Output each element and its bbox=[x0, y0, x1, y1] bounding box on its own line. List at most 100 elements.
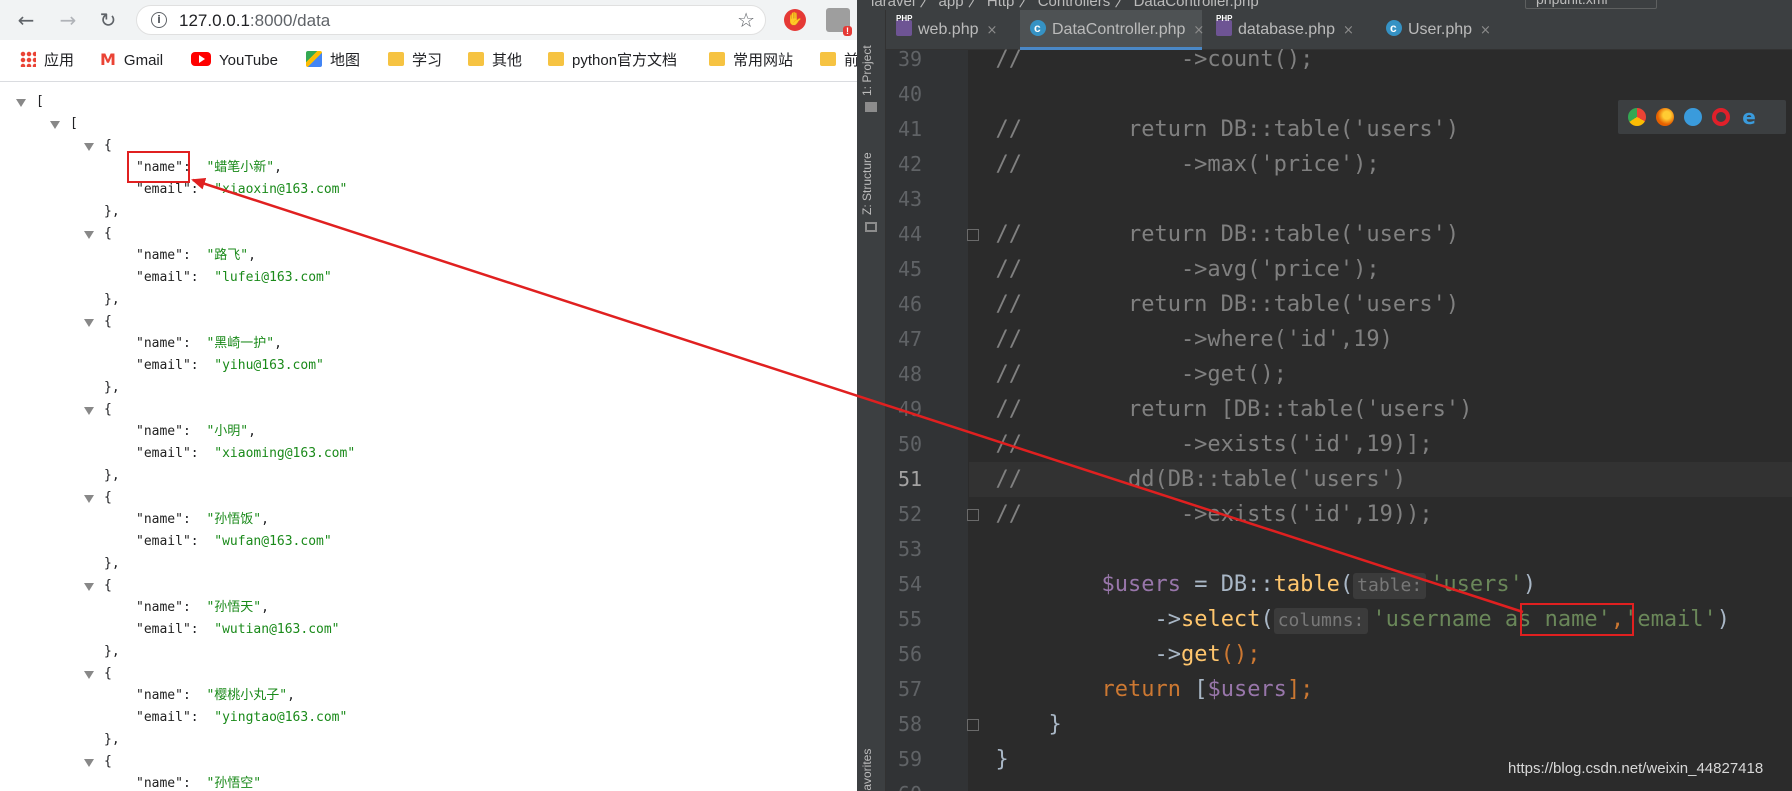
extension-icon[interactable]: ! bbox=[826, 8, 852, 36]
info-icon[interactable]: i bbox=[151, 12, 167, 28]
code-text: ) bbox=[1522, 572, 1537, 597]
bookmark-label: 其他 bbox=[492, 52, 523, 69]
bookmark-youtube[interactable]: YouTube bbox=[191, 40, 278, 82]
chrome-icon[interactable] bbox=[1628, 108, 1646, 126]
collapse-triangle-icon[interactable] bbox=[84, 583, 94, 591]
collapse-triangle-icon[interactable] bbox=[84, 143, 94, 151]
youtube-icon bbox=[191, 52, 211, 67]
safari-icon[interactable] bbox=[1684, 108, 1702, 126]
back-icon[interactable]: ← bbox=[14, 8, 38, 32]
code-text: ->exists('id',19)); bbox=[1022, 502, 1433, 527]
collapse-triangle-icon[interactable] bbox=[50, 121, 60, 129]
code-line: // ->exists('id',19)); bbox=[969, 497, 1792, 532]
opera-icon[interactable] bbox=[1712, 108, 1730, 126]
line-number: 39 bbox=[898, 47, 923, 71]
collapse-triangle-icon[interactable] bbox=[16, 99, 26, 107]
line-number: 45 bbox=[898, 257, 923, 281]
collapse-triangle-icon[interactable] bbox=[84, 319, 94, 327]
code-line: // ->get(); bbox=[969, 357, 1792, 392]
bookmark-folder-study[interactable]: 学习 bbox=[388, 40, 442, 82]
bookmark-label: YouTube bbox=[219, 52, 278, 69]
tab-label: database.php bbox=[1238, 21, 1335, 38]
structure-tool-button[interactable]: Z: Structure bbox=[860, 152, 874, 215]
favorites-tool-button[interactable]: Favorites bbox=[860, 749, 874, 791]
json-colon: : bbox=[182, 512, 207, 527]
json-value: "小明" bbox=[206, 424, 249, 439]
maps-icon bbox=[306, 51, 322, 68]
json-record-email: "email": "yihu@163.com" bbox=[136, 355, 324, 377]
bookmark-label: 前 bbox=[844, 52, 857, 69]
collapse-triangle-icon[interactable] bbox=[84, 759, 94, 767]
firefox-icon[interactable] bbox=[1656, 108, 1674, 126]
address-bar[interactable]: i 127.0.0.1:8000/data ☆ bbox=[136, 5, 766, 35]
address-url[interactable]: 127.0.0.1:8000/data bbox=[179, 11, 330, 31]
bookmark-folder-other[interactable]: 其他 bbox=[468, 40, 522, 82]
file-breadcrumb[interactable]: laravel 〉 app 〉 Http 〉 Controllers 〉 Dat… bbox=[871, 0, 1259, 10]
tab-label: DataController.php bbox=[1052, 21, 1186, 38]
code-text: ->exists('id',19)]; bbox=[1022, 432, 1433, 457]
line-number: 57 bbox=[898, 677, 923, 701]
json-record-name: "name": "孙悟饭", bbox=[136, 509, 269, 531]
class-file-icon bbox=[1386, 8, 1402, 48]
bookmark-gmail[interactable]: M Gmail bbox=[100, 40, 163, 82]
json-value: "yihu@163.com" bbox=[214, 358, 324, 373]
ie-icon[interactable]: e bbox=[1740, 107, 1758, 127]
json-brace: }, bbox=[104, 204, 120, 219]
bookmark-label: 常用网站 bbox=[733, 52, 794, 69]
line-number: 42 bbox=[898, 152, 923, 176]
collapse-triangle-icon[interactable] bbox=[84, 495, 94, 503]
line-number: 40 bbox=[898, 82, 923, 106]
json-colon: : bbox=[182, 776, 207, 791]
line-number: 56 bbox=[898, 642, 923, 666]
folder-icon bbox=[388, 52, 404, 67]
json-key: "email" bbox=[136, 446, 191, 461]
json-brace: { bbox=[104, 402, 112, 417]
code-text: = DB:: bbox=[1180, 572, 1274, 597]
json-brace: }, bbox=[104, 292, 120, 307]
line-number: 46 bbox=[898, 292, 923, 316]
folder-icon bbox=[865, 102, 877, 112]
collapse-triangle-icon[interactable] bbox=[84, 407, 94, 415]
json-colon: : bbox=[190, 358, 215, 373]
json-bracket: [ bbox=[70, 116, 78, 131]
code-line: // dd(DB::table('users') bbox=[969, 462, 1792, 497]
bookmark-apps[interactable]: 应用 bbox=[20, 40, 74, 82]
json-value: "xiaoxin@163.com" bbox=[214, 182, 348, 197]
apps-icon bbox=[20, 51, 36, 68]
adblock-extension-icon[interactable]: ✋ bbox=[784, 9, 806, 31]
folder-icon bbox=[709, 52, 725, 67]
code-line: // ->where('id',19) bbox=[969, 322, 1792, 357]
collapse-triangle-icon[interactable] bbox=[84, 671, 94, 679]
json-brace: { bbox=[104, 666, 112, 681]
bookmark-folder-python-docs[interactable]: python官方文档 bbox=[548, 40, 677, 82]
gmail-icon: M bbox=[100, 50, 116, 70]
code-string: 'users' bbox=[1430, 572, 1523, 597]
bookmark-maps[interactable]: 地图 bbox=[306, 40, 360, 82]
bookmark-folder-more[interactable]: 前 bbox=[820, 40, 857, 82]
json-key: "name" bbox=[136, 424, 183, 439]
json-colon: : bbox=[182, 600, 207, 615]
bookmark-label: Gmail bbox=[123, 52, 164, 69]
collapse-triangle-icon[interactable] bbox=[84, 231, 94, 239]
json-brace: }, bbox=[104, 732, 120, 747]
line-number: 53 bbox=[898, 537, 923, 561]
json-key: "email" bbox=[136, 182, 191, 197]
code-editor[interactable]: // ->count(); // return DB::table('users… bbox=[969, 47, 1792, 791]
reload-icon[interactable]: ↻ bbox=[96, 8, 120, 32]
json-key: "name" bbox=[136, 336, 183, 351]
comment-marker: // bbox=[995, 327, 1023, 352]
bookmark-star-icon[interactable]: ☆ bbox=[737, 8, 755, 32]
comment-marker: // bbox=[995, 222, 1023, 247]
line-number: 55 bbox=[898, 607, 923, 631]
forward-icon[interactable]: → bbox=[56, 8, 80, 32]
tab-label: web.php bbox=[918, 21, 979, 38]
run-config-select[interactable]: phpunit.xml bbox=[1525, 0, 1657, 9]
bookmark-folder-common-sites[interactable]: 常用网站 bbox=[709, 40, 793, 82]
json-comma: , bbox=[261, 600, 269, 615]
project-tool-button[interactable]: 1: Project bbox=[860, 45, 874, 96]
json-value: "wutian@163.com" bbox=[214, 622, 340, 637]
